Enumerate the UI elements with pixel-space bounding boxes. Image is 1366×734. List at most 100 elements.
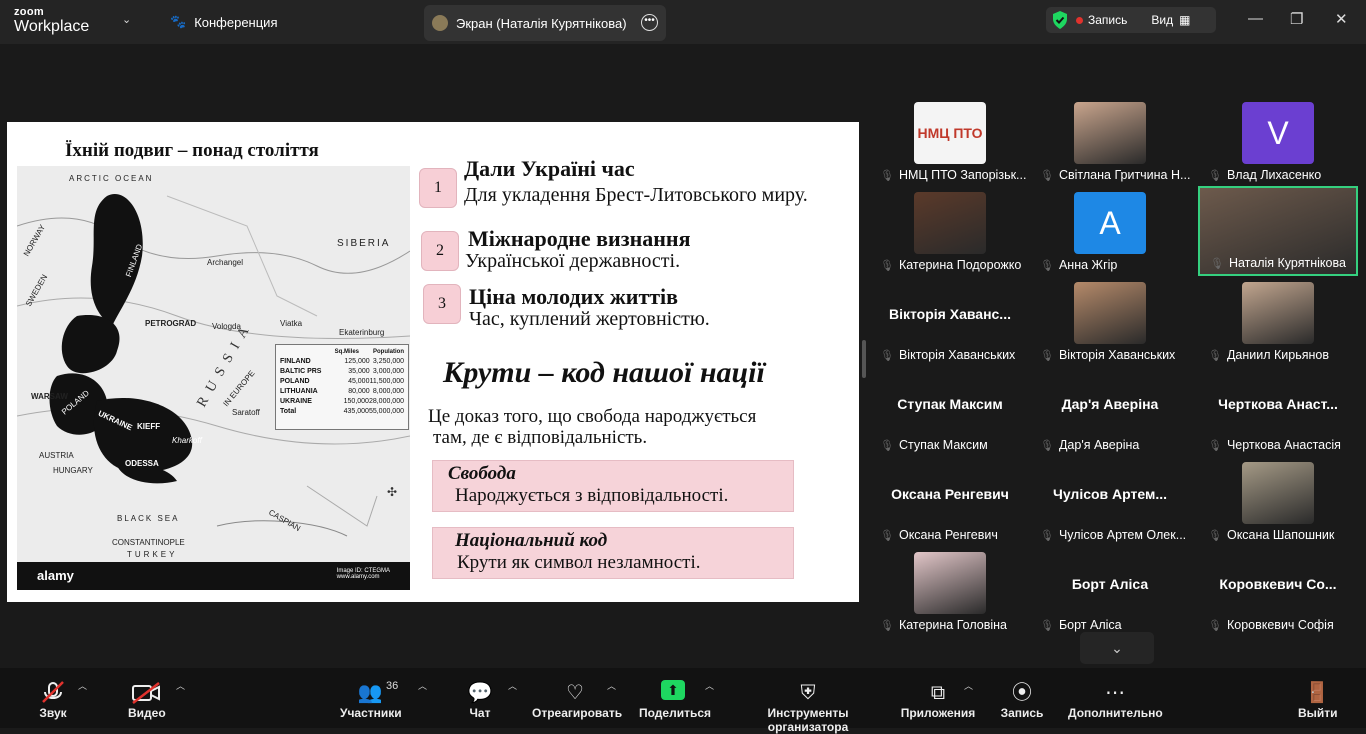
participant-tile[interactable]: 🎙 Вікторія Хаванських: [1030, 276, 1190, 366]
participant-tile[interactable]: Дар'я Аверіна 🎙 Дар'я Аверіна: [1030, 366, 1190, 456]
participant-tile[interactable]: Черткова Анаст... 🎙 Черткова Анастасія: [1198, 366, 1358, 456]
restore-icon[interactable]: ❐: [1290, 10, 1303, 28]
muted-mic-icon: 🎙: [880, 349, 894, 362]
avatar: [432, 15, 448, 31]
item-number: 1: [419, 168, 457, 208]
screen-share-tab[interactable]: Экран (Наталія Курятнікова) •••: [424, 5, 666, 41]
participant-tile[interactable]: Ступак Максим 🎙 Ступак Максим: [870, 366, 1030, 456]
callout-box: Національний код Крути як символ незламн…: [432, 527, 794, 579]
participant-tile[interactable]: 🎙 Наталія Курятнікова: [1198, 186, 1358, 276]
participant-tile[interactable]: Борт Аліса 🎙 Борт Аліса: [1030, 546, 1190, 636]
muted-mic-icon: [42, 681, 64, 703]
table-cell: 11,500,000: [369, 378, 404, 385]
participant-tile[interactable]: 🎙 Катерина Головіна: [870, 546, 1030, 636]
record-status[interactable]: Запись: [1088, 13, 1127, 27]
map-label: AUSTRIA: [39, 451, 74, 460]
video-off-icon: [132, 682, 160, 704]
participant-video: [1242, 282, 1314, 344]
participants-options-chevron-icon[interactable]: ︿: [418, 678, 427, 692]
table-cell: 3,250,000: [372, 358, 405, 365]
leave-button[interactable]: 🚪 Выйти: [1298, 680, 1338, 720]
participant-display-name: Борт Аліса: [1071, 576, 1149, 592]
participant-name: Черткова Анастасія: [1226, 438, 1341, 452]
leave-door-icon: 🚪: [1304, 682, 1330, 704]
participant-tile[interactable]: 🎙 Даниил Кирьянов: [1198, 276, 1358, 366]
map-label: PETROGRAD: [145, 319, 197, 328]
close-icon[interactable]: ✕: [1335, 10, 1348, 28]
table-cell: Total: [280, 408, 297, 415]
participants-button[interactable]: 👥 36 Участники: [340, 680, 402, 720]
table-row: BALTIC PRS 35,000 3,000,000: [280, 367, 404, 377]
item-heading: Ціна молодих життів: [469, 284, 679, 309]
map-label: BLACK SEA: [117, 514, 180, 523]
item-subtext: Для укладення Брест-Литовського миру.: [464, 184, 808, 206]
participant-name-label: 🎙 Наталія Курятнікова: [1210, 256, 1346, 270]
participant-tile[interactable]: 🎙 Світлана Гритчина Н...: [1030, 96, 1190, 186]
gallery-next-page-icon[interactable]: ⌄: [1080, 632, 1154, 664]
participant-name-label: 🎙 Анна Жгір: [1040, 258, 1117, 272]
audio-button[interactable]: Звук: [36, 680, 70, 720]
minimize-icon[interactable]: —: [1248, 10, 1263, 27]
participant-display-name: Ступак Максим: [897, 396, 1003, 412]
record-button[interactable]: ⦿ Запись: [1000, 680, 1044, 720]
map-label: WARSAW: [31, 392, 68, 401]
view-button[interactable]: Вид ▦: [1151, 13, 1190, 27]
map-label: ARCTIC OCEAN: [69, 174, 154, 183]
more-options-icon[interactable]: •••: [641, 14, 658, 31]
participant-tile[interactable]: 🎙 Оксана Шапошник: [1198, 456, 1358, 546]
host-tools-button[interactable]: ⛨ Инструменты организатора: [730, 680, 886, 734]
share-options-chevron-icon[interactable]: ︿: [705, 678, 714, 692]
chat-label: Чат: [469, 706, 491, 720]
conference-menu[interactable]: 🐾 Конференция: [170, 14, 277, 30]
share-arrow-icon: ⬆: [661, 680, 685, 700]
table-row: FINLAND 125,000 3,250,000: [280, 357, 404, 367]
participant-tile[interactable]: НМЦ ПТО 🎙 НМЦ ПТО Запорізьк...: [870, 96, 1030, 186]
participant-tile[interactable]: V 🎙 Влад Лихасенко: [1198, 96, 1358, 186]
panel-splitter[interactable]: [862, 340, 866, 378]
participant-video: [1074, 102, 1146, 164]
participant-video: [914, 192, 986, 254]
callout-title: Національний код: [455, 530, 608, 551]
participant-tile[interactable]: 🎙 Катерина Подорожко: [870, 186, 1030, 276]
apps-options-chevron-icon[interactable]: ︿: [964, 678, 973, 692]
participant-name-label: 🎙 Коровкевич Софія: [1208, 618, 1334, 632]
share-label: Поделиться: [639, 706, 712, 720]
security-shield-icon[interactable]: [1050, 10, 1070, 30]
shared-slide: Їхній подвиг – понад століття ✣ ARCTIC O…: [7, 122, 859, 602]
table-cell: 80,000: [348, 388, 370, 395]
participant-tile[interactable]: Вікторія Хаванс... 🎙 Вікторія Хаванських: [870, 276, 1030, 366]
title-bar: zoom Workplace ⌄ 🐾 Конференция Экран (На…: [0, 0, 1366, 44]
participant-display-name: Коровкевич Со...: [1219, 576, 1337, 592]
chat-options-chevron-icon[interactable]: ︿: [508, 678, 517, 692]
audio-options-chevron-icon[interactable]: ︿: [78, 678, 87, 692]
participant-name-label: 🎙 Черткова Анастасія: [1208, 438, 1341, 452]
participant-tile[interactable]: A 🎙 Анна Жгір: [1030, 186, 1190, 276]
participant-name: Даниил Кирьянов: [1226, 348, 1330, 362]
muted-mic-icon: 🎙: [880, 619, 894, 632]
share-screen-button[interactable]: ⬆ Поделиться: [639, 680, 711, 720]
table-header: Sq.Miles: [334, 349, 359, 355]
participant-name: Катерина Головіна: [898, 618, 1007, 632]
statement-line: Це доказ того, що свобода народжується: [428, 406, 757, 427]
participant-name-label: 🎙 Даниил Кирьянов: [1208, 348, 1329, 362]
react-button[interactable]: ♡ Отреагировать: [532, 680, 622, 720]
table-cell: FINLAND: [280, 358, 311, 365]
participant-name: Анна Жгір: [1058, 258, 1118, 272]
participant-name: Світлана Гритчина Н...: [1058, 168, 1191, 182]
participant-name-label: 🎙 Борт Аліса: [1040, 618, 1122, 632]
chat-button[interactable]: 💬 Чат: [466, 680, 494, 720]
participant-logo: НМЦ ПТО: [914, 102, 986, 164]
more-button[interactable]: ⋯ Дополнительно: [1068, 680, 1163, 720]
map-label: Archangel: [207, 258, 244, 267]
participant-tile[interactable]: Чулісов Артем... 🎙 Чулісов Артем Олек...: [1030, 456, 1190, 546]
video-options-chevron-icon[interactable]: ︿: [176, 678, 185, 692]
participant-name: Вікторія Хаванських: [898, 348, 1016, 362]
chevron-down-icon[interactable]: ⌄: [122, 13, 131, 26]
participant-name: НМЦ ПТО Запорізьк...: [898, 168, 1027, 182]
population-table: Sq.Miles Population FINLAND 125,000 3,250,…: [275, 344, 409, 430]
react-options-chevron-icon[interactable]: ︿: [607, 678, 616, 692]
video-button[interactable]: Видео: [128, 680, 166, 720]
participant-tile[interactable]: Оксана Ренгевич 🎙 Оксана Ренгевич: [870, 456, 1030, 546]
participant-tile[interactable]: Коровкевич Со... 🎙 Коровкевич Софія: [1198, 546, 1358, 636]
meeting-toolbar: Звук ︿ Видео ︿ 👥 36 Участники ︿ 💬 Чат ︿ …: [0, 668, 1366, 734]
